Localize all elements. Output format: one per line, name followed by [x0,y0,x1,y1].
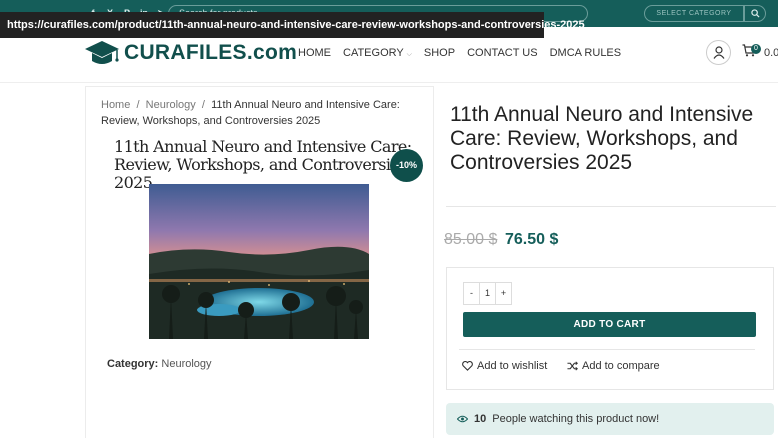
divider [459,349,755,350]
qty-input[interactable]: 1 [479,283,496,304]
main-nav: HOME CATEGORY ⌵ SHOP CONTACT US DMCA RUL… [298,47,621,59]
user-icon [713,46,724,59]
people-watching-notice: 10 People watching this product now! [446,403,774,435]
compare-label: Add to compare [582,360,660,372]
add-to-compare-link[interactable]: Add to compare [567,360,660,372]
divider [446,206,776,207]
nav-category-label: CATEGORY [343,47,404,59]
product-image[interactable] [149,184,369,339]
account-button[interactable] [706,40,731,65]
breadcrumb: Home / Neurology / 11th Annual Neuro and… [101,97,426,129]
nav-dmca-rules[interactable]: DMCA RULES [550,47,622,59]
watching-count: 10 [474,413,487,425]
watching-text: People watching this product now! [492,413,660,425]
qty-decrement-button[interactable]: - [464,283,479,304]
category-label: Category: [107,358,159,370]
breadcrumb-separator: / [136,99,140,111]
resort-sunset-image [149,184,369,339]
graduation-cap-icon [85,41,119,64]
category-select[interactable]: SELECT CATEGORY [644,5,744,22]
qty-increment-button[interactable]: + [496,283,511,304]
cart-total[interactable]: 0.0 [764,47,778,59]
discount-badge: -10% [390,149,423,182]
eye-icon [457,415,468,423]
site-logo[interactable]: CURAFILES.com [84,39,297,67]
search-button[interactable] [744,5,766,22]
product-title: 11th Annual Neuro and Intensive Care: Re… [450,103,754,174]
shuffle-icon [567,361,578,371]
old-price: 85.00 $ [444,231,498,248]
url-tooltip: https://curafiles.com/product/11th-annua… [0,12,585,38]
breadcrumb-home[interactable]: Home [101,99,130,111]
category-link[interactable]: Neurology [161,358,211,370]
add-to-wishlist-link[interactable]: Add to wishlist [462,360,547,372]
sale-price: 76.50 $ [505,231,559,248]
chevron-down-icon: ⌵ [406,51,412,58]
breadcrumb-separator: / [201,99,205,111]
breadcrumb-category[interactable]: Neurology [146,99,196,111]
nav-category[interactable]: CATEGORY ⌵ [343,47,412,59]
cart-count-badge: 0 [751,44,761,54]
add-to-cart-button[interactable]: ADD TO CART [463,312,756,337]
nav-shop[interactable]: SHOP [424,47,455,59]
wishlist-label: Add to wishlist [477,360,548,372]
quantity-stepper: - 1 + [463,282,512,305]
product-category: Category: Neurology [107,358,212,370]
nav-contact-us[interactable]: CONTACT US [467,47,538,59]
nav-home[interactable]: HOME [298,47,331,59]
logo-text: CURAFILES.com [124,41,298,64]
heart-icon [462,361,473,371]
search-icon [750,9,760,18]
